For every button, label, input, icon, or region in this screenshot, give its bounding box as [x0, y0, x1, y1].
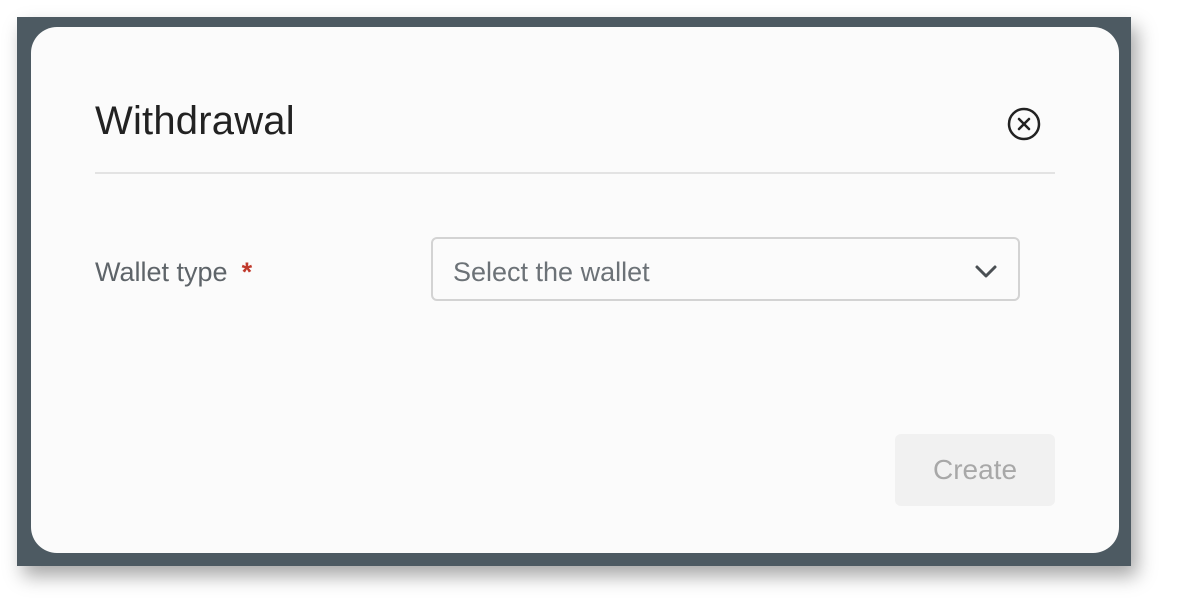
- wallet-type-label: Wallet type *: [95, 257, 252, 288]
- modal-overlay: Withdrawal Wallet type * Select the walle…: [17, 17, 1131, 566]
- dialog-title: Withdrawal: [95, 99, 295, 143]
- close-circle-icon: [1007, 107, 1041, 141]
- withdrawal-dialog: Withdrawal Wallet type * Select the walle…: [31, 27, 1119, 553]
- wallet-type-label-text: Wallet type: [95, 257, 228, 287]
- close-button[interactable]: [1007, 107, 1041, 141]
- wallet-type-select[interactable]: Select the wallet: [431, 237, 1020, 301]
- required-marker: *: [241, 257, 253, 287]
- wallet-type-row: Wallet type * Select the wallet: [95, 237, 1055, 305]
- create-button[interactable]: Create: [895, 434, 1055, 506]
- dialog-header: Withdrawal: [95, 27, 1055, 174]
- chevron-down-icon: [975, 265, 997, 278]
- wallet-select-placeholder: Select the wallet: [453, 257, 650, 287]
